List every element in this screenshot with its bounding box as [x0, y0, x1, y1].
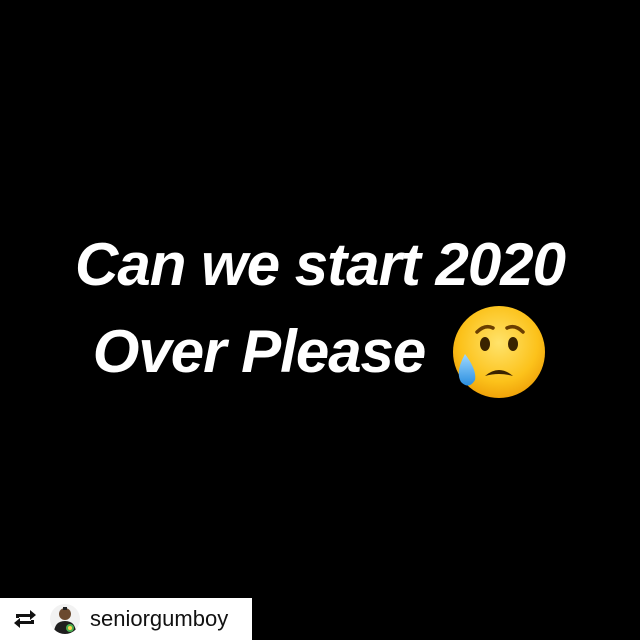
post-message: Can we start 2020 Over Please: [0, 228, 640, 402]
repost-icon: [14, 610, 36, 628]
message-line-2: Over Please: [92, 318, 427, 385]
post-image: Can we start 2020 Over Please seniorgumb…: [0, 0, 640, 640]
message-line-1: Can we start 2020: [75, 231, 566, 298]
repost-attribution[interactable]: seniorgumboy: [0, 598, 252, 640]
repost-username[interactable]: seniorgumboy: [90, 606, 228, 632]
sad-but-relieved-face-icon: [453, 306, 546, 398]
person-icon: [54, 607, 76, 634]
avatar[interactable]: [50, 604, 80, 634]
message-line-2-wrapper: Over Please: [93, 302, 548, 402]
